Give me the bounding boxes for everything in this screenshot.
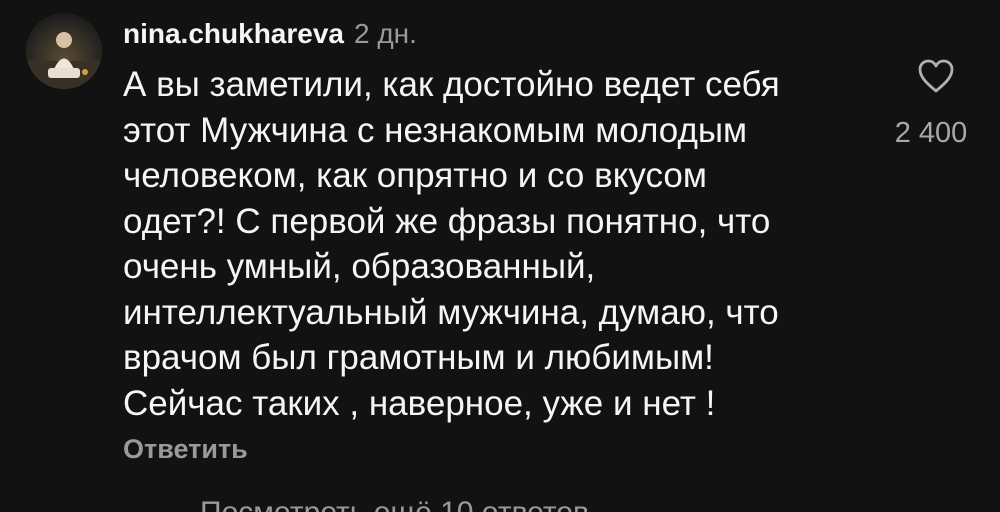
like-count: 2 400 (894, 117, 968, 149)
avatar[interactable] (26, 13, 102, 89)
avatar-image (26, 13, 102, 89)
view-more-replies-button[interactable]: Посмотреть ещё 10 ответов (200, 496, 589, 512)
comment-screen: nina.chukhareva 2 дн. А вы заметили, как… (0, 0, 1000, 512)
comment-time: 2 дн. (353, 18, 417, 49)
comment-text: А вы заметили, как достойно ведет себя э… (123, 65, 780, 423)
like-button[interactable] (917, 58, 955, 94)
reply-button[interactable]: Ответить (123, 434, 248, 465)
username-link[interactable]: nina.chukhareva (123, 18, 344, 50)
heart-outline-icon (918, 59, 954, 93)
comment-header: nina.chukhareva 2 дн. (123, 18, 417, 52)
